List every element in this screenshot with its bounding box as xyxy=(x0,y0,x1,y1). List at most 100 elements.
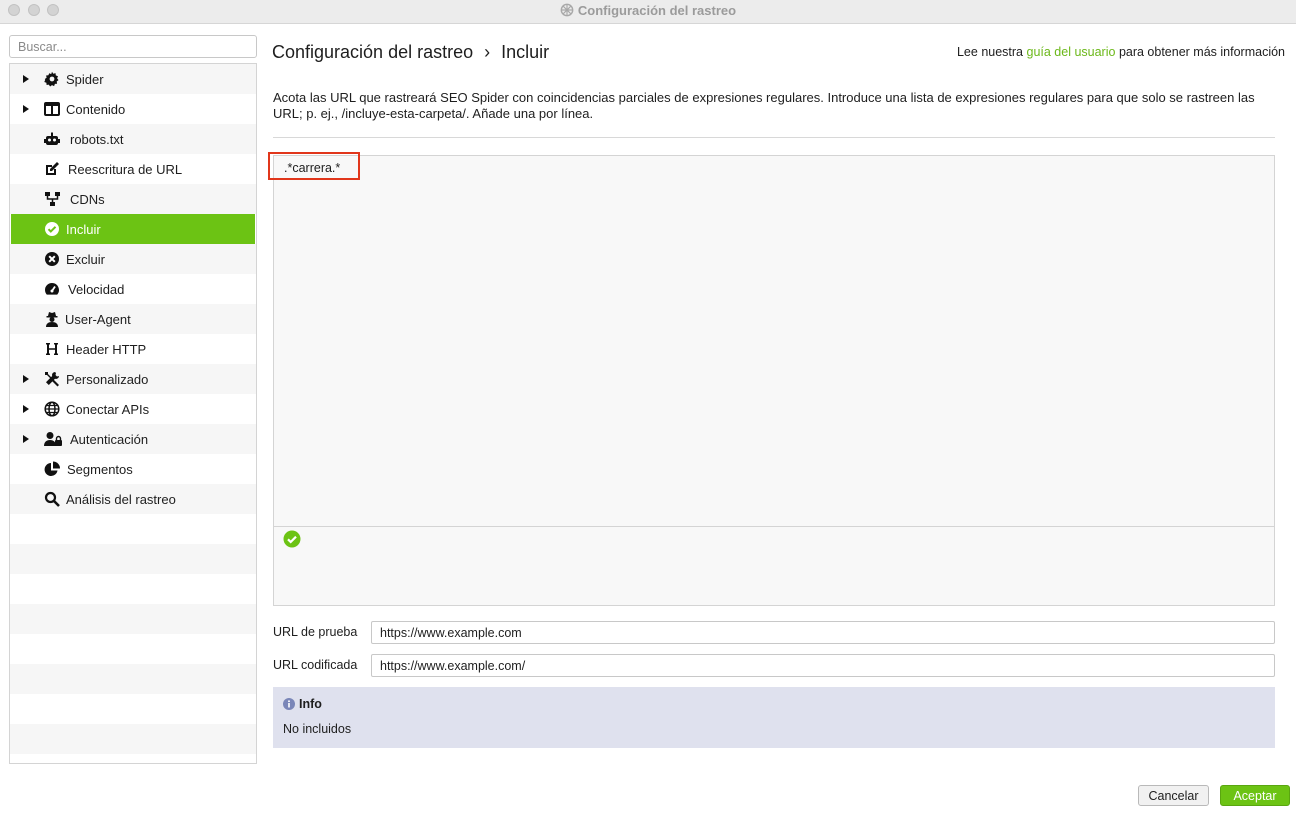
sidebar-item-spider[interactable]: Spider xyxy=(11,64,255,94)
globe-icon xyxy=(44,401,60,417)
search-icon xyxy=(44,491,60,507)
sidebar-item-label: Excluir xyxy=(66,252,106,267)
sidebar-row-spider: Spider xyxy=(10,64,256,94)
sidebar-item-incluir[interactable]: Incluir xyxy=(11,214,255,244)
expand-arrow-icon[interactable] xyxy=(23,435,29,443)
sidebar-item-label: Velocidad xyxy=(68,282,125,297)
cancel-button[interactable]: Cancelar xyxy=(1138,785,1209,806)
info-icon xyxy=(283,698,295,710)
sidebar-item-label: Conectar APIs xyxy=(66,402,150,417)
test-url-label: URL de prueba xyxy=(273,625,358,639)
expand-arrow-icon[interactable] xyxy=(23,105,29,113)
sidebar-item-analisis[interactable]: Análisis del rastreo xyxy=(11,484,255,514)
content-icon xyxy=(44,102,60,116)
sidebar-item-autenticacion[interactable]: Autenticación xyxy=(11,424,255,454)
sidebar-item-label: Personalizado xyxy=(66,372,149,387)
sidebar-row-robots: robots.txt xyxy=(10,124,256,154)
sidebar: Spider Contenido robots.txt Reescritura … xyxy=(9,63,257,764)
sidebar-item-label: Reescritura de URL xyxy=(68,162,183,177)
gear-icon xyxy=(44,71,59,87)
sidebar-item-header-http[interactable]: Header HTTP xyxy=(11,334,255,364)
breadcrumb-current: Incluir xyxy=(501,42,550,62)
sidebar-row-apis: Conectar APIs xyxy=(10,394,256,424)
sidebar-item-velocidad[interactable]: Velocidad xyxy=(11,274,255,304)
robot-icon xyxy=(44,132,60,145)
sidebar-empty-row xyxy=(10,664,256,694)
breadcrumb-root: Configuración del rastreo xyxy=(272,42,474,62)
sidebar-item-robots[interactable]: robots.txt xyxy=(11,124,255,154)
sidebar-row-excluir: Excluir xyxy=(10,244,256,274)
info-title: Info xyxy=(283,697,322,711)
sidebar-item-label: robots.txt xyxy=(70,132,124,147)
help-prefix: Lee nuestra xyxy=(956,45,1024,59)
sidebar-row-useragent: User-Agent xyxy=(10,304,256,334)
sidebar-item-label: Contenido xyxy=(66,102,126,117)
sidebar-empty-row xyxy=(10,634,256,664)
info-body: No incluidos xyxy=(283,722,352,736)
sidebar-empty-row xyxy=(10,694,256,724)
sidebar-item-excluir[interactable]: Excluir xyxy=(11,244,255,274)
x-circle-icon xyxy=(45,252,59,266)
expand-arrow-icon[interactable] xyxy=(23,375,29,383)
sidebar-empty-row xyxy=(10,514,256,544)
expand-arrow-icon[interactable] xyxy=(23,405,29,413)
user-secret-icon xyxy=(46,312,58,327)
check-circle-icon xyxy=(45,222,59,236)
sidebar-empty-row xyxy=(10,544,256,574)
expand-arrow-icon[interactable] xyxy=(23,75,29,83)
sidebar-empty-row xyxy=(10,724,256,754)
sidebar-row-cdns: CDNs xyxy=(10,184,256,214)
sidebar-item-label: CDNs xyxy=(70,192,105,207)
sidebar-item-label: Spider xyxy=(66,72,104,87)
help-suffix: para obtener más información xyxy=(1118,45,1285,59)
ok-button[interactable]: Aceptar xyxy=(1220,785,1290,806)
sidebar-item-contenido[interactable]: Contenido xyxy=(11,94,255,124)
info-panel: Info No incluidos xyxy=(273,687,1275,748)
user-guide-link[interactable]: guía del usuario xyxy=(1027,45,1116,59)
valid-check-icon xyxy=(283,530,301,548)
info-title-text: Info xyxy=(299,697,322,711)
page-description: Acota las URL que rastreará SEO Spider c… xyxy=(273,90,1255,121)
speedometer-icon xyxy=(45,283,59,295)
breadcrumb-separator: › xyxy=(484,42,491,62)
sidebar-row-header: Header HTTP xyxy=(10,334,256,364)
tools-icon xyxy=(45,372,59,387)
window-title: Configuración del rastreo xyxy=(0,3,1296,18)
sidebar-item-conectar-apis[interactable]: Conectar APIs xyxy=(11,394,255,424)
edit-icon xyxy=(46,162,59,175)
sidebar-item-label: Autenticación xyxy=(70,432,149,447)
sidebar-item-label: User-Agent xyxy=(65,312,131,327)
sidebar-item-cdns[interactable]: CDNs xyxy=(11,184,255,214)
breadcrumb: Configuración del rastreo › Incluir xyxy=(272,42,549,63)
sidebar-item-segmentos[interactable]: Segmentos xyxy=(11,454,255,484)
regex-editor[interactable]: .*carrera.* xyxy=(274,156,1274,527)
sidebar-row-analisis: Análisis del rastreo xyxy=(10,484,256,514)
search-input[interactable] xyxy=(9,35,257,58)
sidebar-item-reescritura[interactable]: Reescritura de URL xyxy=(11,154,255,184)
sidebar-item-user-agent[interactable]: User-Agent xyxy=(11,304,255,334)
encoded-url-input[interactable] xyxy=(371,654,1275,677)
sidebar-row-contenido: Contenido xyxy=(10,94,256,124)
sidebar-item-personalizado[interactable]: Personalizado xyxy=(11,364,255,394)
regex-editor-panel: .*carrera.* xyxy=(273,155,1275,606)
divider xyxy=(273,137,1275,138)
encoded-url-label: URL codificada xyxy=(273,658,358,672)
sidebar-row-autenticacion: Autenticación xyxy=(10,424,256,454)
sidebar-row-incluir: Incluir xyxy=(10,214,256,244)
sidebar-row-personalizado: Personalizado xyxy=(10,364,256,394)
window-titlebar: Configuración del rastreo xyxy=(0,0,1296,24)
sidebar-row-reescritura: Reescritura de URL xyxy=(10,154,256,184)
sidebar-empty-row xyxy=(10,604,256,634)
test-url-input[interactable] xyxy=(371,621,1275,644)
sidebar-item-label: Segmentos xyxy=(67,462,133,477)
user-lock-icon xyxy=(44,432,62,446)
help-text: Lee nuestra guía del usuario para obtene… xyxy=(957,45,1285,59)
pie-chart-icon xyxy=(44,461,60,476)
heading-icon xyxy=(46,343,58,355)
window-title-text: Configuración del rastreo xyxy=(577,3,737,18)
sidebar-item-label: Incluir xyxy=(66,222,101,237)
sidebar-row-segmentos: Segmentos xyxy=(10,454,256,484)
app-logo-icon xyxy=(560,3,574,17)
network-icon xyxy=(45,192,60,206)
sidebar-rows: Spider Contenido robots.txt Reescritura … xyxy=(10,64,256,763)
